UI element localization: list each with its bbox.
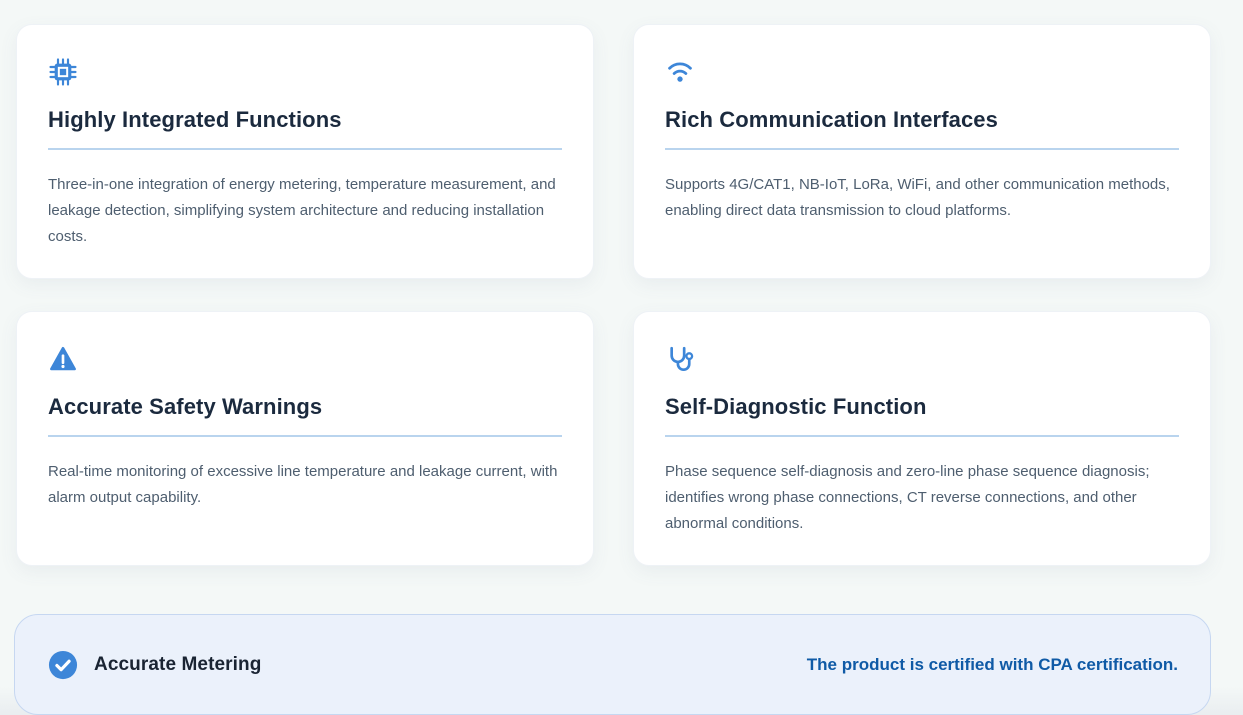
feature-card-safety-warnings: Accurate Safety Warnings Real-time monit…: [16, 311, 594, 566]
card-description: Three-in-one integration of energy meter…: [48, 172, 562, 250]
banner-title: Accurate Metering: [94, 654, 261, 676]
title-underline: [48, 148, 562, 150]
feature-card-highly-integrated: Highly Integrated Functions Three-in-one…: [16, 24, 594, 279]
card-title: Rich Communication Interfaces: [665, 105, 1179, 135]
title-underline: [48, 435, 562, 437]
accurate-metering-banner: Accurate Metering The product is certifi…: [14, 614, 1211, 715]
title-underline: [665, 148, 1179, 150]
banner-left: Accurate Metering: [48, 650, 261, 680]
stethoscope-icon: [665, 344, 695, 374]
feature-card-self-diagnostic: Self-Diagnostic Function Phase sequence …: [633, 311, 1211, 566]
check-circle-icon: [48, 650, 78, 680]
title-underline: [665, 435, 1179, 437]
card-title: Accurate Safety Warnings: [48, 392, 562, 422]
feature-card-rich-communication: Rich Communication Interfaces Supports 4…: [633, 24, 1211, 279]
certification-text: The product is certified with CPA certif…: [807, 655, 1178, 675]
card-description: Supports 4G/CAT1, NB-IoT, LoRa, WiFi, an…: [665, 172, 1179, 224]
features-grid: Highly Integrated Functions Three-in-one…: [16, 24, 1211, 566]
warning-triangle-icon: [48, 344, 78, 374]
card-title: Highly Integrated Functions: [48, 105, 562, 135]
features-section: Highly Integrated Functions Three-in-one…: [0, 0, 1243, 715]
card-title: Self-Diagnostic Function: [665, 392, 1179, 422]
wifi-icon: [665, 57, 695, 87]
card-description: Real-time monitoring of excessive line t…: [48, 459, 562, 511]
microchip-icon: [48, 57, 78, 87]
card-description: Phase sequence self-diagnosis and zero-l…: [665, 459, 1179, 537]
